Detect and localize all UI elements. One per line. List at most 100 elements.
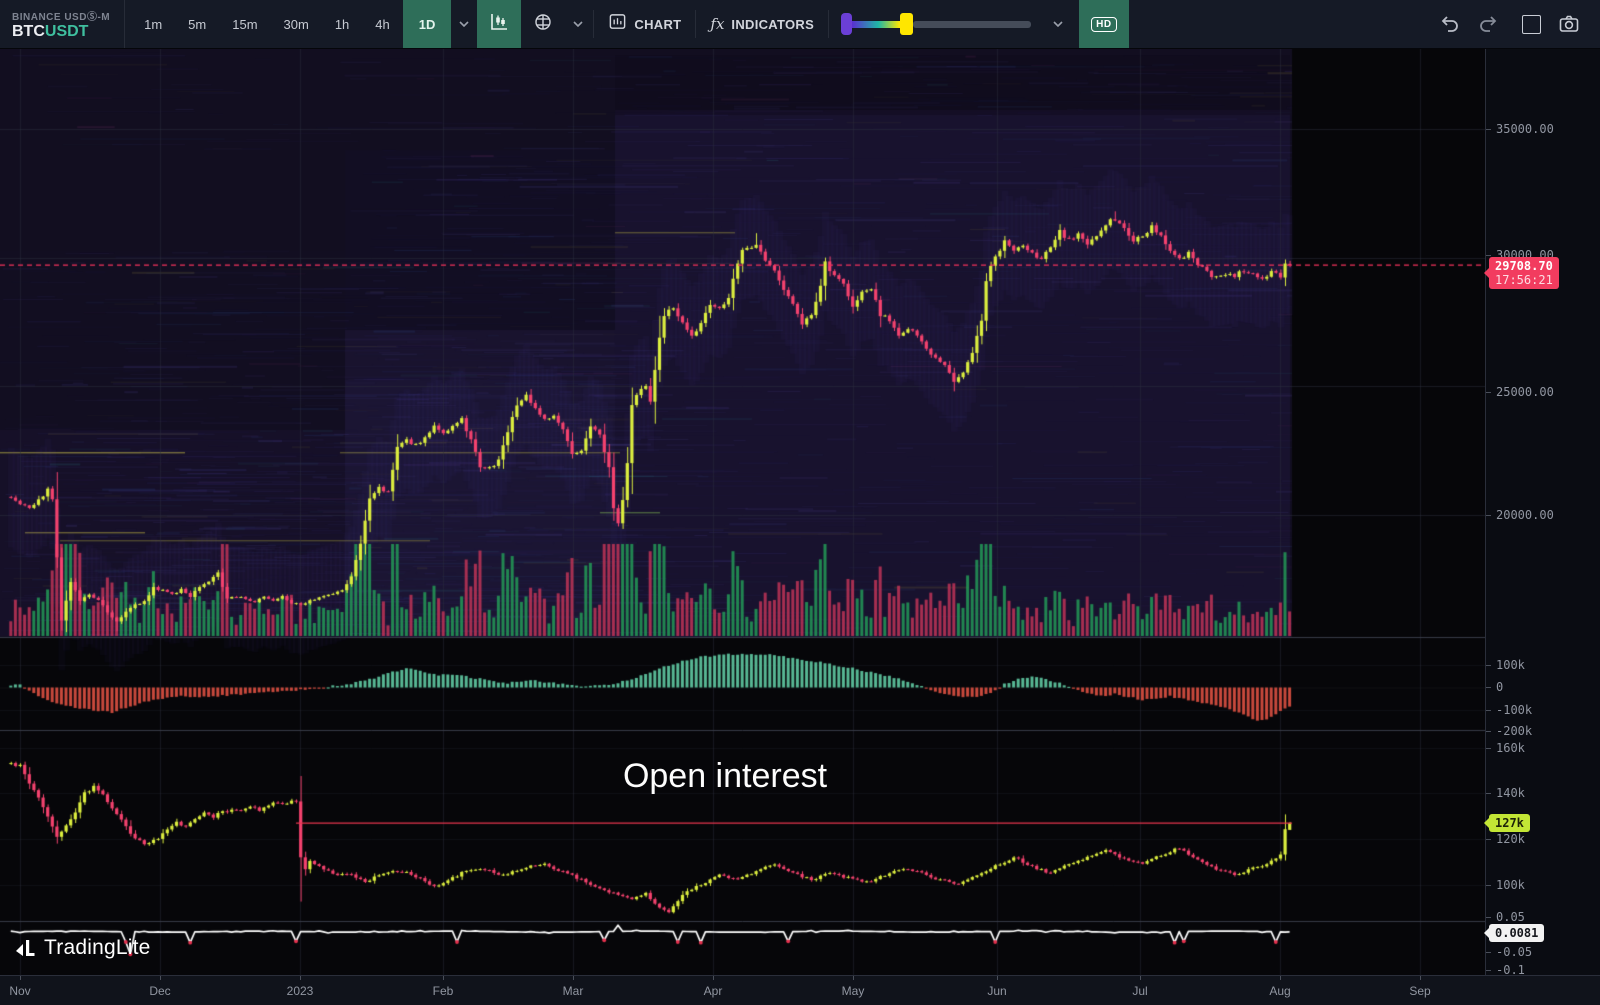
time-axis-label: Jul (1132, 984, 1148, 998)
tf-button-15m[interactable]: 15m (219, 0, 270, 48)
axis-tick (1486, 129, 1491, 130)
time-axis-label: Jun (987, 984, 1007, 998)
axis-tick (1486, 917, 1491, 918)
hd-toggle-button[interactable]: HD (1079, 0, 1129, 48)
tf-button-4h[interactable]: 4h (362, 0, 402, 48)
price-axis-label: -100k (1496, 703, 1533, 717)
time-axis-label: May (841, 984, 865, 998)
slider-gradient-track[interactable] (852, 20, 901, 28)
slider-value-handle[interactable] (900, 13, 914, 35)
exchange-label: BINANCE USDⓈ-M (12, 12, 111, 23)
open-interest-watermark: Open interest (622, 757, 828, 795)
axis-tick (1486, 952, 1491, 953)
time-axis-label: Dec (149, 984, 171, 998)
axis-tick (1486, 839, 1491, 840)
tf-button-1m[interactable]: 1m (131, 0, 175, 48)
time-axis-label: Aug (1269, 984, 1291, 998)
indicators-button-label: INDICATORS (731, 16, 815, 32)
redo-button[interactable] (1469, 0, 1507, 48)
time-axis-label: 2023 (286, 984, 314, 998)
timeframe-chevron-icon[interactable] (451, 0, 477, 48)
time-axis-tick (443, 976, 444, 980)
tf-button-1h[interactable]: 1h (322, 0, 362, 48)
candlestick-icon (489, 12, 509, 37)
time-axis-tick (20, 976, 21, 980)
time-axis-label: Feb (432, 984, 454, 998)
axis-tick (1486, 515, 1491, 516)
chart-button-label: CHART (634, 16, 682, 32)
chart-layout-icon (608, 12, 627, 36)
tf-button-5m[interactable]: 5m (175, 0, 219, 48)
price-axis-label: 160k (1496, 741, 1525, 755)
time-axis-tick (853, 976, 854, 980)
axis-tick (1486, 885, 1491, 886)
axis-tick (1486, 793, 1491, 794)
hd-icon: HD (1091, 16, 1117, 32)
time-axis-tick (573, 976, 574, 980)
chart-button[interactable]: CHART (596, 0, 693, 48)
tf-button-1D[interactable]: 1D (402, 0, 452, 48)
fullscreen-button[interactable] (1512, 0, 1550, 48)
palette-chevron-icon[interactable] (1045, 0, 1071, 48)
time-axis-tick (713, 976, 714, 980)
time-axis-tick (1140, 976, 1141, 980)
price-axis-label: 100k (1496, 878, 1525, 892)
axis-tick (1486, 665, 1491, 666)
tradinglite-wordmark: TradingLite (44, 936, 151, 959)
price-axis-label: 20000.00 (1496, 508, 1554, 522)
slider-track[interactable] (913, 20, 1032, 28)
heatmap-intensity-slider[interactable] (841, 0, 1032, 48)
candle-style-button[interactable] (477, 0, 522, 48)
time-axis-label: Sep (1409, 984, 1431, 998)
funding-value-tag: 0.0081 (1483, 924, 1545, 942)
axis-tick (1486, 392, 1491, 393)
axis-tick (1486, 710, 1491, 711)
price-axis-label: -0.05 (1496, 945, 1533, 959)
time-axis-label: Mar (562, 984, 584, 998)
time-axis-label: Apr (703, 984, 723, 998)
toolbar-divider (695, 10, 697, 38)
indicators-button[interactable]: ƒx INDICATORS (698, 0, 826, 48)
axis-tick (1486, 255, 1491, 256)
axis-tick (1486, 748, 1491, 749)
time-axis[interactable]: Nov Dec 2023 Feb Mar Apr May Jun Jul Aug Sep (0, 975, 1600, 1005)
price-axis-label: 100k (1496, 658, 1525, 672)
price-axis-label: 25000.00 (1496, 385, 1554, 399)
symbol-label: BTCUSDT (12, 23, 89, 40)
square-icon (1521, 14, 1541, 34)
time-axis-tick (300, 976, 301, 980)
toolbar-divider (593, 10, 595, 38)
axis-tick (1486, 731, 1491, 732)
heatmap-style-button[interactable] (521, 0, 565, 48)
camera-icon (1559, 15, 1579, 32)
current-price-tag: 29708.70 17:56:21 (1484, 257, 1559, 289)
price-axis-label: 0 (1496, 680, 1504, 694)
tf-button-30m[interactable]: 30m (271, 0, 322, 48)
oi-value-tag: 127k (1484, 814, 1530, 832)
style-chevron-icon[interactable] (565, 0, 591, 48)
toolbar-divider (828, 10, 830, 38)
symbol-selector[interactable]: BINANCE USDⓈ-M BTCUSDT (0, 0, 126, 48)
globe-icon (533, 12, 553, 37)
bar-countdown: 17:56:21 (1495, 273, 1553, 287)
price-axis-label: 140k (1496, 786, 1525, 800)
time-axis-tick (1280, 976, 1281, 980)
time-axis-tick (1420, 976, 1421, 980)
screenshot-button[interactable] (1550, 0, 1588, 48)
tradinglite-logo: TradingLite (14, 936, 150, 960)
price-axis-label: -200k (1496, 724, 1533, 738)
undo-button[interactable] (1431, 0, 1469, 48)
price-axis[interactable]: 35000.00 30000.00 25000.00 20000.00 100k 0 -10… (1483, 48, 1600, 977)
time-axis-tick (997, 976, 998, 980)
tradinglite-icon (16, 940, 35, 956)
price-axis-label: 35000.00 (1496, 122, 1554, 136)
slider-min-handle[interactable] (841, 13, 853, 35)
chart-canvas[interactable] (0, 48, 1485, 975)
toolbar: BINANCE USDⓈ-M BTCUSDT 1m 5m 15m 30m 1h 4h 1D (0, 0, 1600, 49)
time-axis-tick (160, 976, 161, 980)
price-axis-label: 0.05 (1496, 910, 1525, 924)
time-axis-label: Nov (9, 984, 31, 998)
axis-tick (1486, 970, 1491, 971)
tradinglite-app: BINANCE USDⓈ-M BTCUSDT 1m 5m 15m 30m 1h 4h 1D (0, 0, 1600, 1005)
toolbar-right-tools (1431, 0, 1600, 48)
